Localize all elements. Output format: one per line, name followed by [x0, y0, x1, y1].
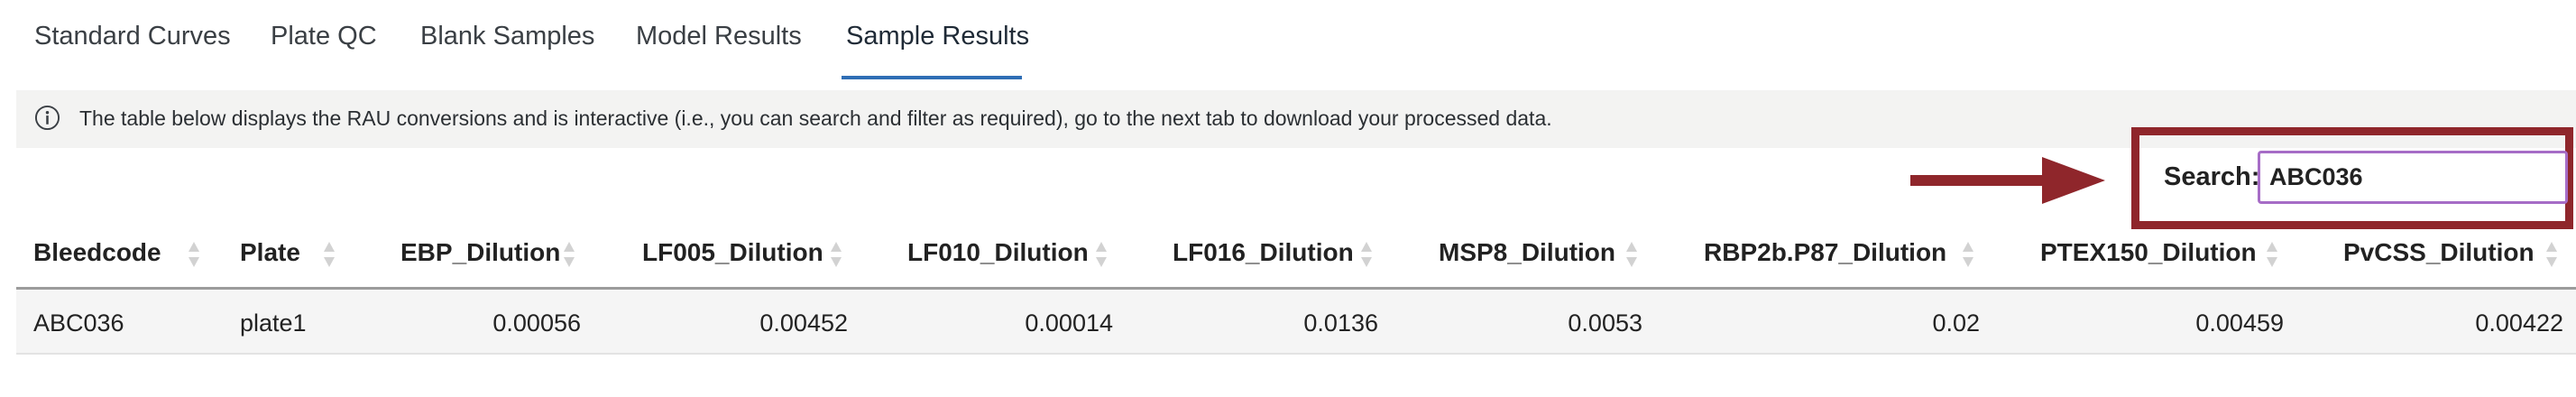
sort-icon[interactable] [2266, 238, 2278, 271]
search-input[interactable] [2258, 151, 2568, 204]
cell-bleedcode: ABC036 [33, 309, 124, 337]
column-header-msp8-dilution[interactable]: MSP8_Dilution [1439, 238, 1615, 267]
arrow-right-icon [1910, 157, 2105, 204]
sort-icon[interactable] [830, 238, 842, 271]
cell-lf016-dilution: 0.0136 [1303, 309, 1378, 337]
column-header-bleedcode[interactable]: Bleedcode [33, 238, 161, 267]
sample-results-page: Standard Curves Plate QC Blank Samples M… [0, 0, 2576, 397]
tab-plate-qc[interactable]: Plate QC [271, 22, 377, 79]
cell-ptex150-dilution: 0.00459 [2195, 309, 2284, 337]
tab-standard-curves[interactable]: Standard Curves [34, 22, 231, 79]
sort-icon[interactable] [188, 238, 200, 271]
column-header-rbp2b-dilution[interactable]: RBP2b.P87_Dilution [1704, 238, 1946, 267]
tab-model-results[interactable]: Model Results [636, 22, 802, 79]
search-label: Search: [2164, 162, 2260, 191]
cell-lf005-dilution: 0.00452 [759, 309, 848, 337]
info-circle-icon [34, 105, 60, 131]
cell-msp8-dilution: 0.0053 [1568, 309, 1642, 337]
tab-blank-samples[interactable]: Blank Samples [420, 22, 594, 79]
column-header-lf010-dilution[interactable]: LF010_Dilution [907, 238, 1089, 267]
column-header-ebp-dilution[interactable]: EBP_Dilution [400, 238, 560, 267]
column-header-lf005-dilution[interactable]: LF005_Dilution [642, 238, 823, 267]
info-banner-text: The table below displays the RAU convers… [79, 106, 1552, 130]
tab-sample-results[interactable]: Sample Results [846, 22, 1029, 79]
tab-bar: Standard Curves Plate QC Blank Samples M… [0, 0, 2576, 81]
cell-ebp-dilution: 0.00056 [492, 309, 581, 337]
sort-icon[interactable] [1625, 238, 1638, 271]
cell-lf010-dilution: 0.00014 [1025, 309, 1113, 337]
sort-icon[interactable] [2545, 238, 2558, 271]
sort-icon[interactable] [1095, 238, 1108, 271]
results-table: Bleedcode Plate EBP_Dilution LF005_Dilut… [16, 217, 2576, 361]
column-header-lf016-dilution[interactable]: LF016_Dilution [1173, 238, 1354, 267]
cell-plate: plate1 [240, 309, 307, 337]
cell-pvcss-dilution: 0.00422 [2475, 309, 2563, 337]
active-tab-indicator [842, 76, 1022, 79]
column-header-pvcss-dilution[interactable]: PvCSS_Dilution [2343, 238, 2535, 267]
sort-icon[interactable] [323, 238, 336, 271]
sort-icon[interactable] [1360, 238, 1373, 271]
sort-icon[interactable] [563, 238, 575, 271]
sort-icon[interactable] [1962, 238, 1974, 271]
column-header-plate[interactable]: Plate [240, 238, 300, 267]
column-header-ptex150-dilution[interactable]: PTEX150_Dilution [2040, 238, 2257, 267]
cell-rbp2b-dilution: 0.02 [1932, 309, 1980, 337]
